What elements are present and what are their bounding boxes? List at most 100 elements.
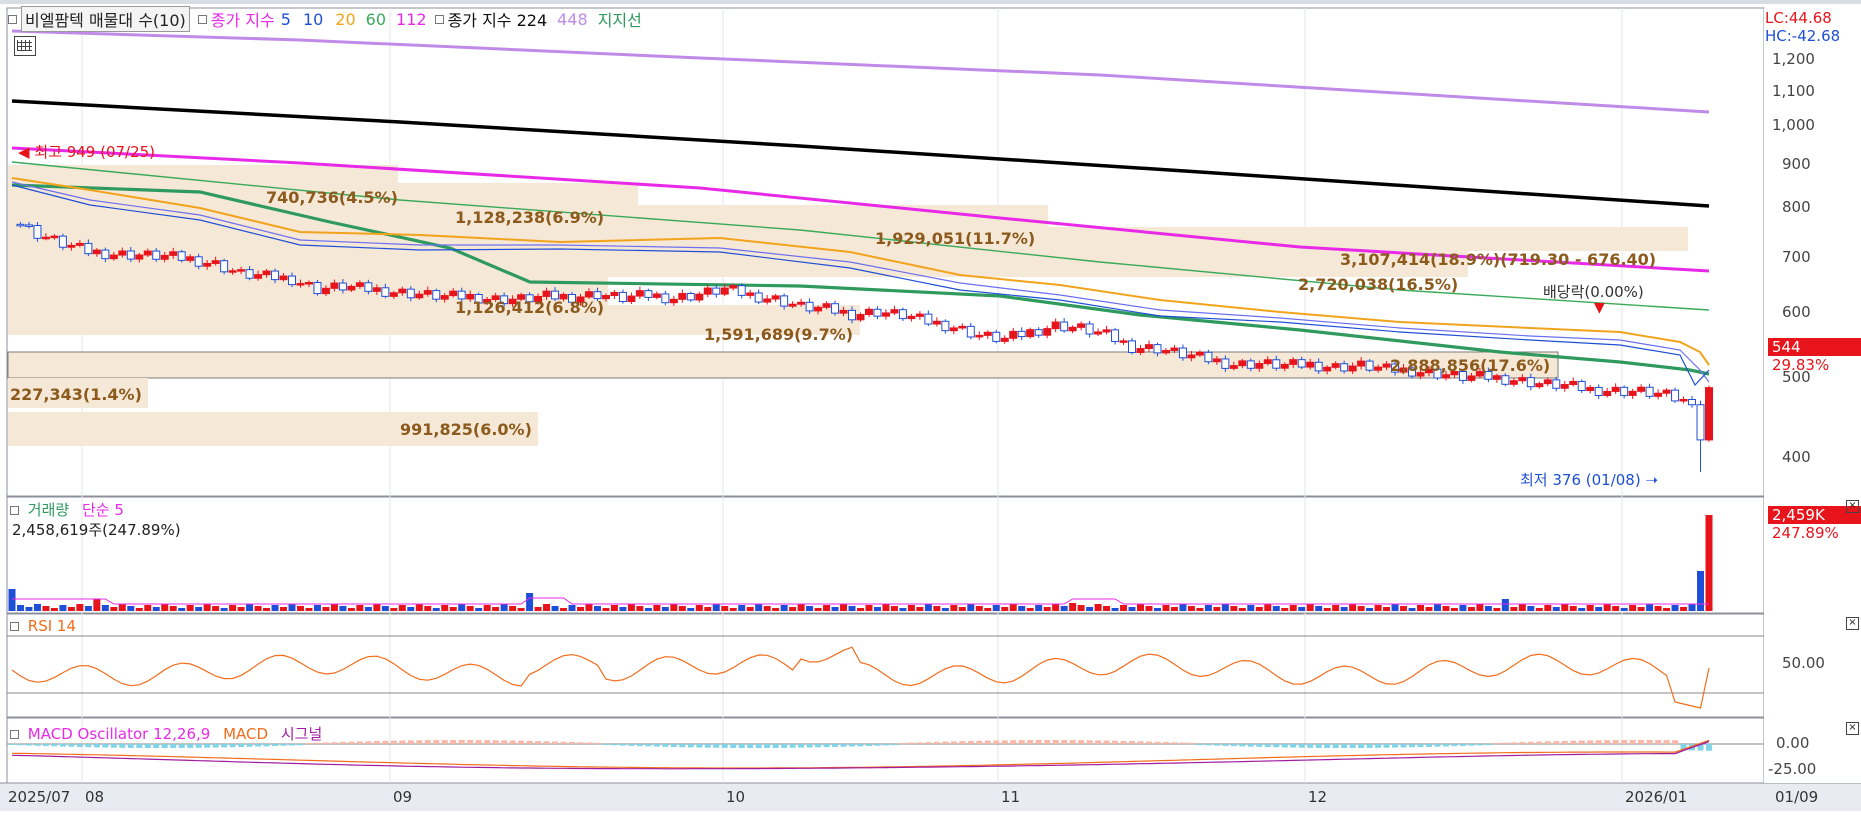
candle-body <box>457 290 466 300</box>
volume-bar <box>1391 604 1399 611</box>
volume-bar <box>551 606 559 611</box>
macd-hist-bar <box>280 744 287 746</box>
table-view-icon[interactable] <box>14 36 36 56</box>
candle-body <box>245 269 254 279</box>
macd-hist-bar <box>1409 744 1416 748</box>
volume-bar <box>1187 606 1195 611</box>
macd-hist-bar <box>1018 740 1025 744</box>
macd-hist-bar <box>772 744 779 748</box>
macd-hist-bar <box>170 744 177 748</box>
chart-title[interactable]: 비엘팜텍 매물대 수(10) <box>21 6 190 32</box>
volume-bar <box>933 606 941 611</box>
macd-hist-bar <box>1315 744 1322 748</box>
candle-body <box>788 303 797 307</box>
volume-bar <box>1111 608 1119 611</box>
candle-body <box>780 295 789 307</box>
macd-hist-bar <box>382 740 389 744</box>
candle-body <box>831 303 840 314</box>
volume-bar <box>42 606 50 611</box>
candle-body <box>983 331 992 336</box>
macd-hist-bar <box>798 744 805 748</box>
volume-bar <box>543 604 551 611</box>
volume-bar <box>1400 606 1408 611</box>
macd-hist-bar <box>687 744 694 748</box>
candle-body <box>1017 330 1026 338</box>
candle-body <box>491 295 500 300</box>
candle-body <box>907 315 916 320</box>
volume-bar <box>356 605 364 611</box>
macd-hist-bar <box>1035 740 1042 744</box>
volume-bar <box>1646 604 1654 611</box>
macd-hist-bar <box>1264 744 1271 748</box>
volume-bar <box>432 608 440 611</box>
macd-hist-bar <box>501 740 508 744</box>
candle-body <box>517 294 526 300</box>
volume-bar <box>322 607 330 611</box>
candle-body <box>389 292 398 297</box>
volume-bar <box>1654 606 1662 611</box>
macd-hist-bar <box>882 744 889 746</box>
volume-bar <box>101 605 109 611</box>
macd-hist-bar <box>1222 744 1229 746</box>
macd-hist-bar <box>628 744 635 746</box>
candle-body <box>203 262 212 267</box>
candle-body <box>135 254 144 260</box>
candle-body <box>1306 361 1315 368</box>
volume-bar <box>1688 604 1696 611</box>
macd-hist-bar <box>1544 741 1551 744</box>
macd-hist-bar <box>1069 740 1076 744</box>
volume-bar <box>1527 606 1535 611</box>
volume-bar <box>1629 605 1637 611</box>
macd-hist-bar <box>840 744 847 747</box>
stock-chart-svg[interactable] <box>0 0 1861 811</box>
volume-bar <box>1332 605 1340 611</box>
candle-body <box>1628 390 1637 396</box>
close-panel-icon[interactable]: × <box>1846 617 1859 630</box>
candle-body <box>152 250 161 260</box>
volume-bar <box>763 606 771 611</box>
macd-hist-bar <box>1485 744 1492 746</box>
macd-hist-bar <box>1145 741 1152 744</box>
volume-bar <box>339 606 347 611</box>
candle-body <box>1009 330 1018 339</box>
macd-hist-bar <box>1095 740 1102 744</box>
volume-bar <box>127 606 135 611</box>
month-grid <box>81 8 1623 783</box>
volume-bar <box>1035 605 1043 611</box>
volume-bar <box>178 608 186 611</box>
volume-bar <box>1425 607 1433 611</box>
candle-body <box>584 291 593 298</box>
macd-hist-bar <box>662 744 669 747</box>
macd-hist-bar <box>1341 744 1348 748</box>
macd-hist-bar <box>1112 740 1119 744</box>
candle-body <box>41 236 50 240</box>
macd-hist-bar <box>959 741 966 744</box>
candle-body <box>1212 358 1221 363</box>
close-panel-icon[interactable]: × <box>1846 500 1859 513</box>
volume-bar <box>8 589 16 611</box>
candle-body <box>1696 404 1705 441</box>
candle-body <box>321 287 330 295</box>
volume-bar <box>814 608 822 611</box>
macd-hist-bar <box>696 744 703 748</box>
macd-hist-bar <box>34 744 41 746</box>
volume-bar <box>1484 606 1492 611</box>
volume-bar <box>1196 608 1204 611</box>
volume-bar <box>992 605 1000 611</box>
candle-body <box>1340 363 1349 372</box>
macd-hist-bar <box>356 741 363 744</box>
candle-body <box>797 301 806 305</box>
volume-bar <box>687 608 695 611</box>
grid-glyph <box>17 40 32 51</box>
volume-bar <box>644 608 652 611</box>
candle-body <box>627 295 636 303</box>
close-panel-icon[interactable]: × <box>1846 722 1859 735</box>
candle-body <box>1637 386 1646 392</box>
candle-body <box>279 275 288 281</box>
macd-hist-bar <box>747 744 754 748</box>
volume-bar <box>661 607 669 611</box>
vp-bar-9 <box>8 378 148 408</box>
macd-hist-bar <box>713 744 720 748</box>
candle-body <box>1331 363 1340 368</box>
volume-bar <box>1103 606 1111 611</box>
